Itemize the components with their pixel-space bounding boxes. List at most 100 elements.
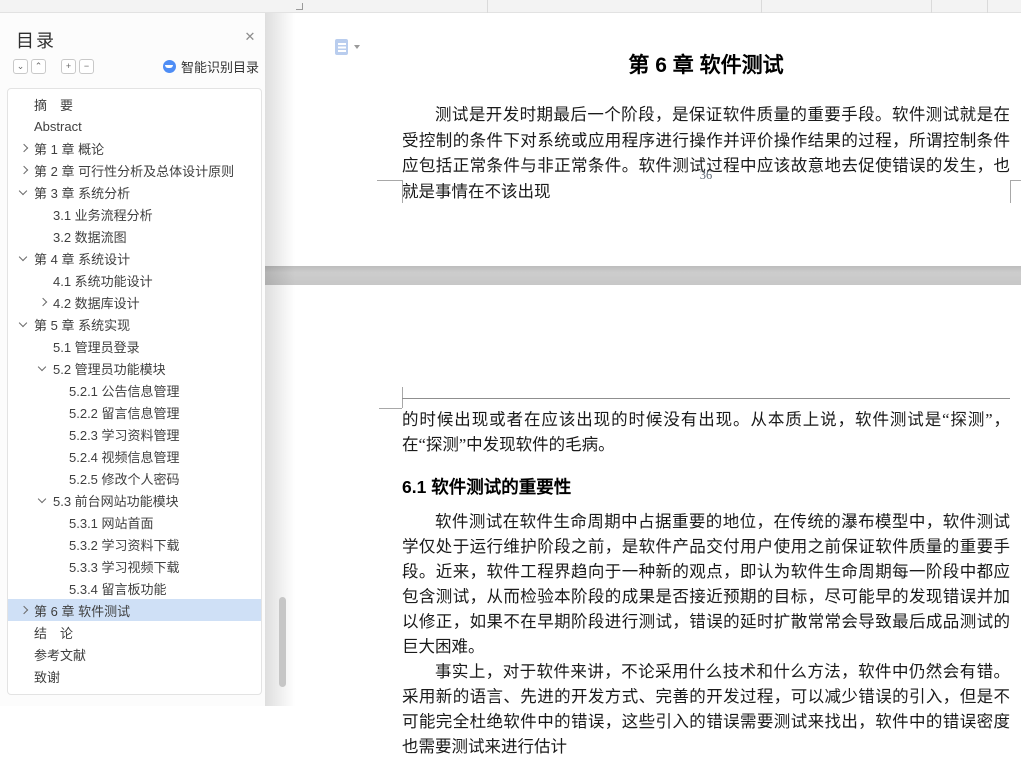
toc-item[interactable]: 3.2 数据流图 bbox=[8, 225, 261, 247]
toc-item[interactable]: 4.1 系统功能设计 bbox=[8, 269, 261, 291]
toc-item[interactable]: 5.3 前台网站功能模块 bbox=[8, 489, 261, 511]
toc-item[interactable]: 致谢 bbox=[8, 665, 261, 687]
margin-mark bbox=[377, 180, 402, 181]
chevron-placeholder bbox=[55, 563, 69, 569]
toc-tree: 摘 要 Abstract 第 1 章 概论第 2 章 可行性分析及总体设计原则第 3… bbox=[7, 88, 262, 695]
chevron-down-icon[interactable] bbox=[18, 318, 34, 328]
chevron-right-icon[interactable] bbox=[19, 143, 34, 153]
toc-item[interactable]: 5.3.2 学习资料下载 bbox=[8, 533, 261, 555]
toc-item[interactable]: 第 5 章 系统实现 bbox=[8, 313, 261, 335]
chevron-right-icon[interactable] bbox=[19, 165, 34, 175]
chevron-placeholder bbox=[55, 585, 69, 591]
toc-item-label: 5.2 管理员功能模块 bbox=[53, 361, 166, 377]
toc-item-label: 5.1 管理员登录 bbox=[53, 339, 140, 355]
toc-item-label: Abstract bbox=[34, 118, 82, 134]
toc-item[interactable]: 第 6 章 软件测试 bbox=[8, 599, 261, 621]
chevron-down-icon[interactable] bbox=[18, 186, 34, 196]
toc-item-label: 3.1 业务流程分析 bbox=[53, 207, 153, 223]
chevron-placeholder bbox=[55, 409, 69, 415]
header-boundary-line bbox=[402, 398, 1010, 399]
document-outline-icon[interactable] bbox=[335, 39, 348, 55]
toc-item-label: 5.3.4 留言板功能 bbox=[69, 581, 167, 597]
collapse-up-button[interactable]: ⌃ bbox=[31, 59, 46, 74]
margin-mark bbox=[1010, 180, 1011, 203]
chevron-placeholder bbox=[20, 123, 34, 129]
page36-paragraph: 测试是开发时期最后一个阶段，是保证软件质量的重要手段。软件测试就是在受控制的条件… bbox=[402, 105, 1010, 201]
toc-item-label: 4.1 系统功能设计 bbox=[53, 273, 153, 289]
page-number: 36 bbox=[699, 168, 713, 182]
chevron-down-icon[interactable] bbox=[18, 252, 34, 262]
document-view: 第 6 章 软件测试 测试是开发时期最后一个阶段，是保证软件质量的重要手段。软件… bbox=[265, 13, 1021, 756]
toc-item[interactable]: 5.1 管理员登录 bbox=[8, 335, 261, 357]
toc-item-label: 5.3.1 网站首面 bbox=[69, 515, 154, 531]
toc-item[interactable]: 第 2 章 可行性分析及总体设计原则 bbox=[8, 159, 261, 181]
toc-item[interactable]: 5.2.5 修改个人密码 bbox=[8, 467, 261, 489]
chevron-down-icon[interactable] bbox=[354, 45, 360, 49]
toc-item[interactable]: 第 4 章 系统设计 bbox=[8, 247, 261, 269]
expand-all-button[interactable]: + bbox=[61, 59, 76, 74]
toc-item-label: 摘 要 bbox=[34, 97, 74, 113]
toc-item-label: 结 论 bbox=[34, 625, 74, 641]
smart-recognize-label: 智能识别目录 bbox=[180, 59, 259, 75]
chevron-right-icon[interactable] bbox=[19, 605, 34, 615]
toc-item-label: 第 4 章 系统设计 bbox=[34, 251, 131, 267]
chevron-placeholder bbox=[55, 431, 69, 437]
toc-item[interactable]: 3.1 业务流程分析 bbox=[8, 203, 261, 225]
smart-ai-icon bbox=[162, 59, 176, 73]
margin-mark bbox=[402, 180, 403, 203]
margin-mark bbox=[1010, 180, 1021, 181]
chevron-placeholder bbox=[39, 211, 53, 217]
toc-item-label: 5.2.2 留言信息管理 bbox=[69, 405, 180, 421]
toc-item[interactable]: 5.3.1 网站首面 bbox=[8, 511, 261, 533]
scrollbar-thumb[interactable] bbox=[279, 597, 286, 687]
toc-item[interactable]: 参考文献 bbox=[8, 643, 261, 665]
section-heading: 6.1 软件测试的重要性 bbox=[402, 477, 572, 497]
chevron-placeholder bbox=[20, 629, 34, 635]
toc-item-label: 5.2.1 公告信息管理 bbox=[69, 383, 180, 399]
page37-body: 的时候出现或者在应该出现的时候没有出现。从本质上说，软件测试是“探测”，在“探测… bbox=[402, 407, 1010, 759]
chevron-placeholder bbox=[55, 387, 69, 393]
page-gap bbox=[265, 266, 1021, 285]
chevron-placeholder bbox=[39, 343, 53, 349]
toc-item[interactable]: 第 3 章 系统分析 bbox=[8, 181, 261, 203]
smart-recognize-toc-button[interactable]: 智能识别目录 bbox=[162, 57, 259, 75]
toc-item-label: 5.2.5 修改个人密码 bbox=[69, 471, 180, 487]
collapse-all-button[interactable]: − bbox=[79, 59, 94, 74]
toc-item[interactable]: 摘 要 bbox=[8, 93, 261, 115]
toc-item-label: 5.3.2 学习资料下载 bbox=[69, 537, 180, 553]
chevron-placeholder bbox=[55, 519, 69, 525]
expand-down-button[interactable]: ⌄ bbox=[13, 59, 28, 74]
toc-item[interactable]: 5.2.3 学习资料管理 bbox=[8, 423, 261, 445]
chevron-down-icon[interactable] bbox=[37, 494, 53, 504]
paragraph-continued: 的时候出现或者在应该出现的时候没有出现。从本质上说，软件测试是“探测”，在“探测… bbox=[402, 410, 1010, 454]
close-icon[interactable]: ✕ bbox=[242, 29, 258, 45]
chevron-down-icon[interactable] bbox=[37, 362, 53, 372]
toc-item-label: 4.2 数据库设计 bbox=[53, 295, 140, 311]
ribbon-separator bbox=[931, 0, 932, 13]
toc-item[interactable]: 5.3.4 留言板功能 bbox=[8, 577, 261, 599]
toc-item-label: 5.2.4 视频信息管理 bbox=[69, 449, 180, 465]
toc-item[interactable]: 5.3.3 学习视频下载 bbox=[8, 555, 261, 577]
toc-item[interactable]: Abstract bbox=[8, 115, 261, 137]
toc-item-label: 5.2.3 学习资料管理 bbox=[69, 427, 180, 443]
chevron-placeholder bbox=[55, 475, 69, 481]
toc-item[interactable]: 5.2 管理员功能模块 bbox=[8, 357, 261, 379]
toc-item[interactable]: 第 1 章 概论 bbox=[8, 137, 261, 159]
chevron-placeholder bbox=[55, 453, 69, 459]
chevron-placeholder bbox=[39, 277, 53, 283]
chevron-placeholder bbox=[55, 541, 69, 547]
chevron-right-icon[interactable] bbox=[38, 297, 53, 307]
toc-panel: 目录 ✕ ⌄ ⌃ + − 智能识别目录 摘 要 Abstract 第 1 章 概论第… bbox=[0, 13, 265, 706]
toc-item[interactable]: 结 论 bbox=[8, 621, 261, 643]
chevron-placeholder bbox=[20, 673, 34, 679]
toc-item[interactable]: 5.2.2 留言信息管理 bbox=[8, 401, 261, 423]
toc-item[interactable]: 5.2.4 视频信息管理 bbox=[8, 445, 261, 467]
toc-item[interactable]: 4.2 数据库设计 bbox=[8, 291, 261, 313]
ribbon-separator bbox=[987, 0, 988, 13]
toc-item[interactable]: 5.2.1 公告信息管理 bbox=[8, 379, 261, 401]
chevron-placeholder bbox=[20, 651, 34, 657]
toc-item-label: 第 2 章 可行性分析及总体设计原则 bbox=[34, 163, 235, 179]
toc-item-label: 致谢 bbox=[34, 669, 61, 685]
ribbon-bottom-strip bbox=[0, 0, 1021, 13]
section-paragraph-1: 软件测试在软件生命周期中占据重要的地位，在传统的瀑布模型中，软件测试学仅处于运行… bbox=[402, 512, 1010, 656]
